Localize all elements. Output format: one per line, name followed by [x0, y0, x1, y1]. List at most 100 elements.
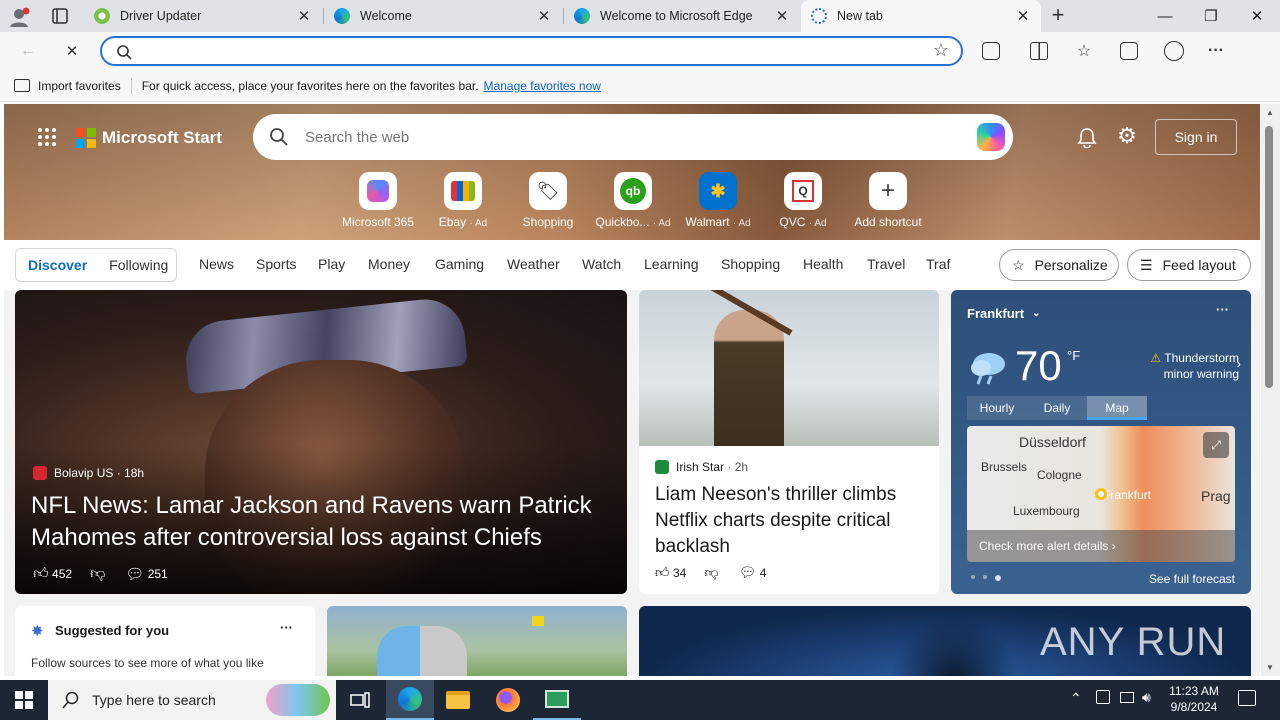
- expand-icon[interactable]: ⤢: [1203, 432, 1229, 458]
- category-play[interactable]: Play: [318, 256, 345, 272]
- shortcut-add[interactable]: + Add shortcut: [848, 172, 928, 229]
- shortcut-walmart[interactable]: ✱ Walmart · Ad: [678, 172, 758, 229]
- new-tab-icon[interactable]: +: [1046, 4, 1070, 28]
- edge-taskbar-icon[interactable]: [386, 680, 434, 720]
- dislike-icon[interactable]: 👎︎: [704, 564, 718, 581]
- weather-card[interactable]: Frankfurt ⌄ ··· 70 °F ⚠ Thunderstorm min…: [951, 290, 1251, 594]
- weather-alert[interactable]: ⚠ Thunderstorm minor warning: [1127, 350, 1239, 382]
- app-launcher-icon[interactable]: [38, 128, 56, 146]
- page-scrollbar[interactable]: ▲ ▼: [1261, 104, 1280, 676]
- golf-story-card[interactable]: [327, 606, 627, 676]
- tab-driver-updater[interactable]: Driver Updater ✕: [84, 0, 322, 32]
- close-tab-icon[interactable]: ✕: [296, 7, 312, 25]
- taskbar-search[interactable]: Type here to search: [48, 680, 336, 720]
- tab-hourly[interactable]: Hourly: [967, 396, 1027, 420]
- tab-map[interactable]: Map: [1087, 396, 1147, 420]
- copilot-icon[interactable]: [977, 123, 1005, 151]
- tab-following[interactable]: Following: [109, 257, 168, 273]
- back-icon[interactable]: ←: [14, 37, 42, 65]
- split-screen-icon[interactable]: [1030, 42, 1048, 60]
- manage-favorites-link[interactable]: Manage favorites now: [484, 79, 601, 93]
- search-placeholder[interactable]: Search the web: [305, 129, 409, 146]
- shortcut-microsoft-365[interactable]: Microsoft 365: [338, 172, 418, 229]
- comment-icon[interactable]: 💬︎: [739, 564, 757, 581]
- tab-welcome-edge[interactable]: Welcome to Microsoft Edge ✕: [564, 0, 800, 32]
- story-card[interactable]: Irish Star · 2h Liam Neeson's thriller c…: [639, 290, 939, 594]
- dislike-icon[interactable]: 👎︎: [90, 565, 105, 583]
- like-icon[interactable]: 👍︎: [655, 564, 670, 581]
- favorites-icon[interactable]: ☆: [1070, 37, 1098, 65]
- close-tab-icon[interactable]: ✕: [536, 7, 552, 25]
- tray-display-icon[interactable]: [1120, 692, 1134, 703]
- favorite-star-icon[interactable]: ☆: [933, 40, 949, 61]
- category-weather[interactable]: Weather: [507, 256, 560, 272]
- chevron-right-icon[interactable]: ›: [1237, 356, 1241, 371]
- personalize-button[interactable]: ☆ Personalize: [999, 249, 1119, 281]
- microsoft-start-logo[interactable]: Microsoft Start: [76, 128, 222, 148]
- story-headline[interactable]: NFL News: Lamar Jackson and Ravens warn …: [31, 490, 611, 554]
- more-options-icon[interactable]: ···: [280, 620, 293, 635]
- weather-location[interactable]: Frankfurt ⌄: [967, 306, 1040, 321]
- tray-network-icon[interactable]: [1096, 690, 1110, 704]
- restore-icon[interactable]: ❐: [1188, 0, 1234, 32]
- tray-chevron-up-icon[interactable]: ⌃: [1070, 690, 1082, 707]
- taskbar-search-placeholder[interactable]: Type here to search: [92, 692, 216, 708]
- tab-discover[interactable]: Discover: [28, 257, 87, 273]
- shortcut-qvc[interactable]: Q QVC · Ad: [763, 172, 843, 229]
- firefox-icon[interactable]: [484, 680, 532, 720]
- profile-icon[interactable]: [8, 6, 30, 28]
- top-story-card[interactable]: Bolavip US · 18h NFL News: Lamar Jackson…: [15, 290, 627, 594]
- category-watch[interactable]: Watch: [582, 256, 621, 272]
- see-full-forecast-link[interactable]: See full forecast: [1149, 572, 1235, 586]
- category-shopping[interactable]: Shopping: [721, 256, 780, 272]
- notifications-icon[interactable]: [1076, 126, 1098, 151]
- settings-more-icon[interactable]: ···: [1202, 37, 1230, 65]
- category-news[interactable]: News: [199, 256, 234, 272]
- close-window-icon[interactable]: ✕: [1234, 0, 1280, 32]
- close-tab-icon[interactable]: ✕: [774, 7, 790, 25]
- feed-layout-button[interactable]: ☰ Feed layout: [1127, 249, 1251, 281]
- tab-daily[interactable]: Daily: [1027, 396, 1087, 420]
- shortcut-shopping[interactable]: 🏷 Shopping: [508, 172, 588, 229]
- start-windows-icon[interactable]: [0, 680, 48, 720]
- tab-actions-icon[interactable]: [50, 7, 70, 25]
- collections-icon[interactable]: [1120, 42, 1138, 60]
- tray-volume-icon[interactable]: 🔊︎: [1142, 689, 1151, 706]
- taskbar-clock[interactable]: 11:23 AM 9/8/2024: [1164, 683, 1224, 715]
- like-icon[interactable]: 👍︎: [33, 565, 49, 583]
- extensions-icon[interactable]: [982, 42, 1000, 60]
- browser-essentials-icon[interactable]: [1164, 41, 1184, 61]
- import-favorites-button[interactable]: Import favorites: [38, 79, 121, 93]
- tab-welcome[interactable]: Welcome ✕: [324, 0, 562, 32]
- task-view-icon[interactable]: [336, 680, 384, 720]
- address-bar[interactable]: ☆: [100, 36, 963, 66]
- scroll-up-icon[interactable]: ▲: [1266, 108, 1274, 117]
- shortcut-quickbooks[interactable]: qb Quickbo... · Ad: [593, 172, 673, 229]
- scroll-down-icon[interactable]: ▼: [1266, 663, 1274, 672]
- weather-map[interactable]: Düsseldorf Brussels Cologne Luxembourg F…: [967, 426, 1235, 562]
- category-gaming[interactable]: Gaming: [435, 256, 484, 272]
- category-learning[interactable]: Learning: [644, 256, 699, 272]
- more-options-icon[interactable]: ···: [1216, 302, 1229, 317]
- category-health[interactable]: Health: [803, 256, 843, 272]
- sign-in-button[interactable]: Sign in: [1155, 119, 1237, 155]
- minimize-icon[interactable]: —: [1142, 0, 1188, 32]
- app-taskbar-icon[interactable]: [533, 680, 581, 720]
- comment-icon[interactable]: 💬︎: [125, 565, 144, 583]
- category-sports[interactable]: Sports: [256, 256, 296, 272]
- close-tab-icon[interactable]: ✕: [1015, 7, 1031, 25]
- settings-gear-icon[interactable]: ⚙: [1116, 125, 1138, 147]
- story-headline[interactable]: Liam Neeson's thriller climbs Netflix ch…: [655, 482, 925, 560]
- category-travel[interactable]: Travel: [867, 256, 905, 272]
- shortcut-ebay[interactable]: Ebay · Ad: [423, 172, 503, 229]
- file-explorer-icon[interactable]: [434, 680, 482, 720]
- web-search-box[interactable]: Search the web: [253, 114, 1013, 160]
- stop-loading-icon[interactable]: ✕: [58, 37, 86, 65]
- category-money[interactable]: Money: [368, 256, 410, 272]
- tab-new-tab[interactable]: New tab ✕: [801, 0, 1041, 32]
- import-favorites-icon[interactable]: [14, 79, 30, 92]
- scroll-thumb[interactable]: [1265, 126, 1273, 388]
- category-traffic[interactable]: Traf: [926, 256, 950, 272]
- alert-details-link[interactable]: Check more alert details ›: [967, 530, 1235, 562]
- notification-center-icon[interactable]: [1238, 690, 1256, 706]
